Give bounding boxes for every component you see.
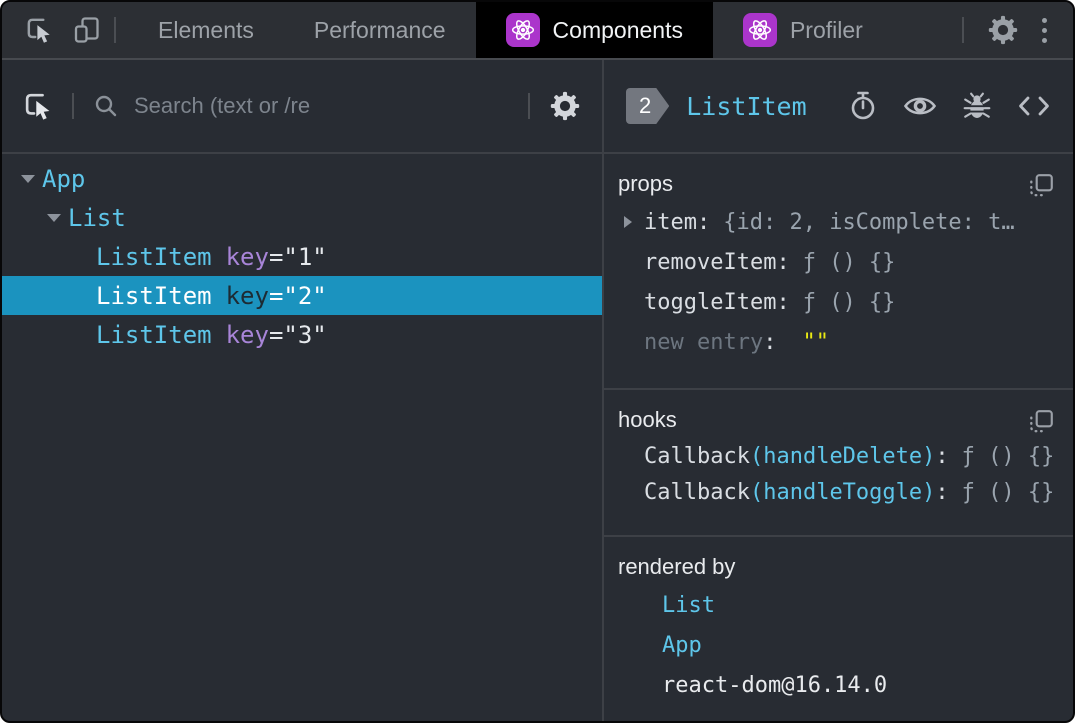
tab-profiler[interactable]: Profiler [713,2,893,58]
prop-row-item[interactable]: item: {id: 2, isComplete: t… [616,202,1059,242]
component-name: List [68,203,126,232]
owner-link-list[interactable]: List [662,593,715,618]
tree-row-listitem-1[interactable]: ListItem key ="1" [2,237,602,276]
rendered-by-row: List [616,585,1059,625]
devtools-tab-bar: Elements Performance Components Profiler [2,2,1073,60]
search-input[interactable] [128,93,516,119]
key-value: ="1" [268,242,327,271]
debug-bug-icon[interactable] [962,91,992,121]
key-value: ="3" [268,320,327,349]
rendered-by-row: react-dom@16.14.0 [616,665,1059,705]
component-name: ListItem [96,242,212,271]
element-id-badge: 2 [626,88,669,124]
hook-value: ƒ () {} [961,479,1055,505]
prop-row-removeitem[interactable]: removeItem: ƒ () {} [616,242,1059,282]
expand-arrow-icon[interactable] [40,213,68,222]
topbar-divider [114,17,116,43]
component-inspector-panel: 2 ListItem props item: {id: 2, isComplet… [604,60,1073,721]
new-entry-label: new entry [644,329,764,355]
hook-name: (handleToggle) [749,479,936,505]
topbar-left-icons [2,2,102,58]
props-title: props [618,171,674,196]
key-attr: key [225,281,269,310]
tab-elements[interactable]: Elements [128,2,284,58]
tab-label: Components [552,16,683,43]
toolbar-divider [528,93,530,119]
topbar-divider [962,17,964,43]
devtools-window: Elements Performance Components Profiler… [0,0,1075,723]
suspense-stopwatch-icon[interactable] [848,90,878,122]
main-split: App List ListItemkey="1" ListItemkey="2"… [2,60,1073,721]
hook-name: (handleDelete) [749,443,936,469]
hook-type: Callback [644,443,750,469]
tab-label: Performance [313,16,446,43]
react-logo-icon [742,13,777,47]
tree-row-listitem-3[interactable]: ListItem key ="3" [2,315,602,354]
rendered-by-section: rendered by List App react-dom@16.14.0 [604,537,1073,721]
component-name: ListItem [96,281,212,310]
collapse-arrow-icon[interactable] [624,216,632,228]
tree-row-list[interactable]: List [2,198,602,237]
key-attr: key [225,320,269,349]
prop-name: toggleItem: [644,289,790,315]
topbar-right [950,2,1073,58]
tab-label: Profiler [789,16,863,43]
colon: : [763,329,777,355]
copy-icon[interactable] [1027,408,1055,436]
key-value: ="2" [268,281,327,310]
copy-icon[interactable] [1027,172,1055,200]
prop-name: item: [644,209,711,235]
selected-component-title: ListItem [686,91,807,121]
view-source-code-icon[interactable] [1017,93,1051,119]
prop-value: {id: 2, isComplete: t… [723,209,1015,235]
hook-row-handledelete[interactable]: Callback (handleDelete): ƒ () {} [616,438,1059,474]
components-tree-panel: App List ListItemkey="1" ListItemkey="2"… [2,60,604,721]
key-attr: key [225,242,269,271]
tree-row-app[interactable]: App [2,159,602,198]
rendered-by-row: App [616,625,1059,665]
inspect-dom-eye-icon[interactable] [903,93,937,119]
tab-components[interactable]: Components [475,2,713,58]
hooks-title: hooks [618,407,677,432]
settings-gear-icon[interactable] [548,89,582,123]
tab-performance[interactable]: Performance [284,2,476,58]
component-name: App [42,164,86,193]
hooks-section: hooks Callback (handleDelete): ƒ () {} Cal… [604,390,1073,537]
inspector-header: 2 ListItem [604,60,1073,154]
device-toolbar-icon[interactable] [72,15,102,45]
toolbar-divider [72,93,74,119]
prop-value: ƒ () {} [802,249,896,275]
tree-row-listitem-2-selected[interactable]: ListItem key ="2" [2,276,602,315]
owner-link-app[interactable]: App [662,633,702,658]
colon: : [935,479,949,505]
props-section: props item: {id: 2, isComplete: t… remove… [604,154,1073,390]
component-name: ListItem [96,320,212,349]
hook-row-handletoggle[interactable]: Callback (handleToggle): ƒ () {} [616,474,1059,510]
expand-arrow-icon[interactable] [14,174,42,183]
react-dom-version: react-dom@16.14.0 [662,672,888,698]
rendered-by-title: rendered by [618,554,736,579]
search-icon [92,92,120,120]
tab-label: Elements [158,16,254,43]
prop-row-toggleitem[interactable]: toggleItem: ƒ () {} [616,282,1059,322]
inspect-component-icon[interactable] [22,90,54,122]
tree-toolbar [2,60,602,154]
inspector-actions [848,90,1051,122]
prop-name: removeItem: [644,249,790,275]
hook-value: ƒ () {} [961,443,1055,469]
prop-value: ƒ () {} [802,289,896,315]
react-logo-icon [505,13,540,47]
inspect-element-icon[interactable] [24,15,54,45]
new-entry-value[interactable]: "" [802,330,829,355]
prop-row-new-entry[interactable]: new entry: "" [616,322,1059,362]
colon: : [935,443,949,469]
kebab-menu-icon[interactable] [1030,12,1059,49]
hook-type: Callback [644,479,750,505]
settings-gear-icon[interactable] [976,13,1030,47]
component-tree: App List ListItem key ="1" ListItem key ="2"… [2,154,602,721]
